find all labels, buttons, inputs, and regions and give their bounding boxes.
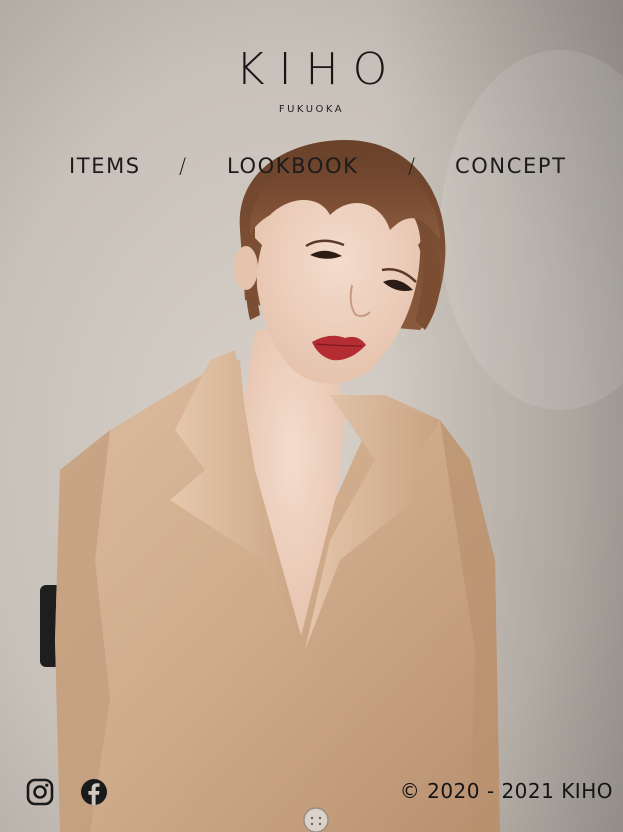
main-nav: ITEMS / LOOKBOOK / CONCEPT [0, 152, 623, 182]
brand-logo[interactable]: KIHO FUKUOKA [0, 44, 623, 116]
brand-location: FUKUOKA [278, 104, 345, 115]
nav-item-items[interactable]: ITEMS [69, 152, 141, 180]
nav-separator: / [179, 154, 188, 178]
hero-image [0, 0, 623, 832]
hero-section [0, 0, 623, 832]
facebook-icon[interactable] [80, 778, 108, 806]
instagram-icon[interactable] [26, 778, 54, 806]
copyright-text: © 2020 - 2021 KIHO [399, 779, 613, 803]
footer: © 2020 - 2021 KIHO [0, 772, 623, 812]
nav-item-concept[interactable]: CONCEPT [455, 152, 567, 180]
nav-item-lookbook[interactable]: LOOKBOOK [227, 152, 358, 180]
brand-name: KIHO [235, 44, 402, 95]
nav-separator: / [408, 154, 417, 178]
